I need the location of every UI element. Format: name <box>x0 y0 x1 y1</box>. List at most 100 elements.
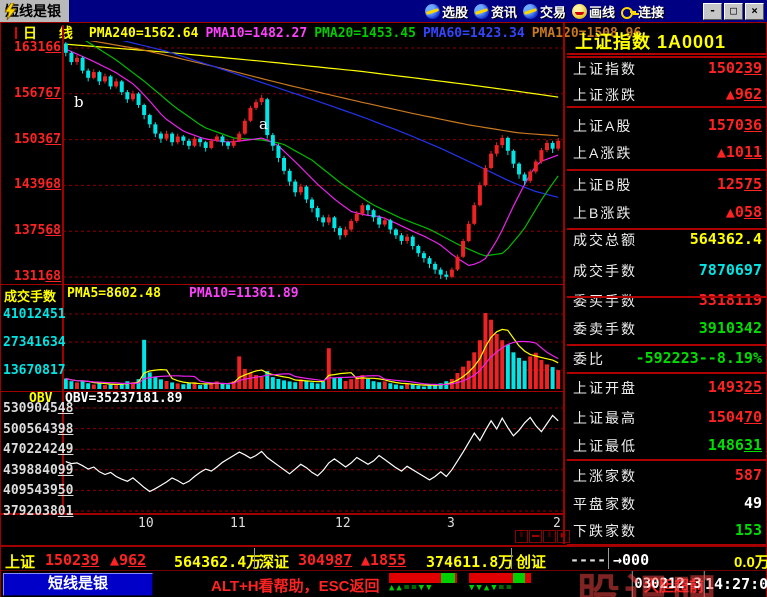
globe-trade-icon <box>523 4 538 19</box>
quote-panel-title: 上证指数 1A0001 <box>575 28 726 54</box>
connect-button[interactable]: 连接 <box>621 1 664 21</box>
market-stat: ---- <box>570 551 606 569</box>
app-mode-button[interactable]: 短线是银 <box>3 573 153 596</box>
panel-separator <box>567 344 766 346</box>
price-pane-header: 日 线 PMA240=1562.64 PMA10=1482.27 PMA20=1… <box>1 25 563 41</box>
market-summary-bar: 上证150239▲962564362.4万深证304987▲1855374611… <box>1 545 766 571</box>
news-button[interactable]: 资讯 <box>474 1 517 21</box>
annotation-b: b <box>74 93 84 111</box>
close-button[interactable]: × <box>745 3 764 20</box>
quote-row-9: 委买手数3318119 <box>565 291 767 313</box>
market-stat: 深证 <box>259 551 289 572</box>
stock-pick-label: 选股 <box>442 2 468 21</box>
market-stat: 上证 <box>5 551 35 572</box>
market-stat: 304987 <box>298 551 352 569</box>
obv-ytick: 530904548 <box>3 402 61 415</box>
obv-ytick: 439884099 <box>3 464 61 477</box>
indicator-triangles: ▲▲==▼▼ <box>389 583 457 594</box>
stock-pick-button[interactable]: 选股 <box>425 1 468 21</box>
panel-separator <box>567 372 766 374</box>
quote-label: 下跌家数 <box>573 521 637 541</box>
quote-value: 587 <box>735 466 762 484</box>
quote-label: 上证最高 <box>573 408 637 428</box>
statusbar-separator <box>254 548 255 569</box>
panel-separator <box>567 56 766 58</box>
price-ytick: 131168 <box>3 270 61 283</box>
quote-label: 上B涨跌 <box>573 203 632 223</box>
obv-ytick: 500564398 <box>3 423 61 436</box>
obv-value-label: OBV=35237181.89 <box>65 391 182 406</box>
help-text: ALT+H看帮助，ESC返回 <box>211 575 379 596</box>
candlestick-chart[interactable] <box>63 41 563 284</box>
quote-label: 上证B股 <box>573 175 632 195</box>
mini-tool-button[interactable]: ▬ <box>529 530 542 543</box>
quote-value: 157036 <box>708 116 762 134</box>
indicator-bar-green <box>513 573 525 583</box>
pma20-label: PMA20=1453.45 <box>314 26 416 41</box>
market-stat: ▲962 <box>110 551 146 569</box>
quote-value: 49 <box>744 494 762 512</box>
globe-stock-icon <box>425 4 440 19</box>
quote-panel: 上证指数 1A0001 上证指数150239上证涨跌▲962上证A股157036… <box>563 23 767 544</box>
market-stat: 0.0万 <box>734 551 767 572</box>
price-ytick: 143968 <box>3 178 61 191</box>
mini-tool-button[interactable]: ‖ <box>543 530 556 543</box>
quote-row-10: 委卖手数3910342 <box>565 319 767 341</box>
indicator-bar-green <box>441 573 455 583</box>
obv-ytick: 379203801 <box>3 505 61 518</box>
key-icon <box>621 4 636 19</box>
quote-label: 上证最低 <box>573 436 637 456</box>
y-axis-line <box>62 25 64 513</box>
pane-separator-1 <box>1 284 563 285</box>
indicator-triangles: ▼▼▲▼== <box>469 583 531 594</box>
volume-ytick: 27341634 <box>3 336 61 349</box>
quote-row-17: 下跌家数 153 <box>565 521 767 543</box>
quote-label: 平盘家数 <box>573 494 637 514</box>
chart-type-icon[interactable] <box>15 27 17 39</box>
panel-separator <box>567 53 766 55</box>
market-stat: 创证 <box>516 551 546 572</box>
quote-label: 上证A股 <box>573 116 632 136</box>
date-code: 030212-3 <box>631 571 703 597</box>
quote-row-2: 上证涨跌▲962 <box>565 85 767 107</box>
mini-tool-button[interactable]: ‖ <box>515 530 528 543</box>
titlebar: 短线是银 选股 资讯 交易 画线 连接 <box>0 0 767 22</box>
quote-row-6: 上B涨跌▲058 <box>565 203 767 225</box>
trade-button[interactable]: 交易 <box>523 1 566 21</box>
x-axis-label: 11 <box>230 516 246 531</box>
maximize-button[interactable]: □ <box>724 3 743 20</box>
pma240-label: PMA240=1562.64 <box>89 26 199 41</box>
quote-label: 委买手数 <box>573 291 637 311</box>
clock: 14:27:03 <box>703 571 767 597</box>
minimize-button[interactable]: - <box>703 3 722 20</box>
pma60-label: PMA60=1423.34 <box>423 26 525 41</box>
draw-face-icon <box>572 4 587 19</box>
statusbar-separator <box>511 548 512 569</box>
x-axis-label: 10 <box>138 516 154 531</box>
quote-value: 564362.4 <box>690 230 762 248</box>
quote-value: 149325 <box>708 378 762 396</box>
volume-pane-title: 成交手数 <box>4 286 56 305</box>
quote-label: 委卖手数 <box>573 319 637 339</box>
volume-chart[interactable] <box>63 301 563 391</box>
quote-row-4: 上A涨跌▲1011 <box>565 143 767 165</box>
obv-ytick: 409543950 <box>3 484 61 497</box>
volume-pma10-label: PMA10=11361.89 <box>189 286 299 301</box>
quote-value: 150470 <box>708 408 762 426</box>
quote-label: 上A涨跌 <box>573 143 632 163</box>
x-axis-line <box>1 513 563 515</box>
obv-ytick: 470224249 <box>3 443 61 456</box>
panel-separator <box>567 169 766 171</box>
quote-value: 153 <box>735 521 762 539</box>
market-stat: 374611.8万 <box>426 551 513 572</box>
quote-label: 委比 <box>573 349 605 369</box>
indicator-group-2: ▼▼▲▼== <box>469 573 531 594</box>
quote-row-13: 上证最高 150470 <box>565 408 767 430</box>
quote-value: 7870697 <box>699 261 762 279</box>
draw-line-button[interactable]: 画线 <box>572 1 615 21</box>
quote-label: 上证涨跌 <box>573 85 637 105</box>
quote-value: -592223--8.19% <box>636 349 762 367</box>
obv-chart[interactable] <box>63 403 563 513</box>
quote-row-5: 上证B股12575 <box>565 175 767 197</box>
quote-row-15: 上涨家数587 <box>565 466 767 488</box>
